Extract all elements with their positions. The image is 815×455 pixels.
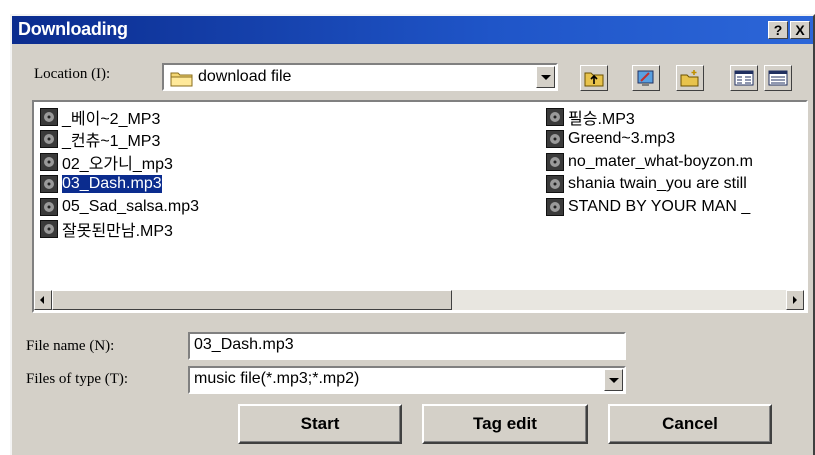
download-dialog: Downloading ? X Location (I): download f… [10, 14, 815, 455]
file-item-label: 잘못된만남.MP3 [62, 223, 173, 240]
file-item-label: 필승.MP3 [568, 110, 635, 128]
desktop-button[interactable] [632, 65, 660, 91]
file-type-combo[interactable]: music file(*.mp3;*.mp2) [188, 366, 626, 394]
file-name-label: File name (N): [26, 338, 115, 354]
location-label: Location (I): [34, 66, 111, 82]
music-file-icon [546, 197, 564, 216]
start-button[interactable]: Start [238, 404, 402, 444]
file-type-label: Files of type (T): [26, 371, 129, 387]
file-item[interactable]: no_mater_what-boyzon.m [546, 151, 753, 172]
scroll-left-button[interactable] [34, 290, 52, 310]
file-item-label: _베이~2_MP3 [62, 110, 161, 128]
details-view-button[interactable] [764, 65, 792, 91]
music-file-icon [40, 130, 58, 148]
music-file-icon [40, 107, 58, 126]
file-item-label: shania twain_you are still [568, 175, 747, 192]
dialog-title: Downloading [18, 19, 128, 39]
desktop-icon [637, 70, 654, 86]
file-item-label: 05_Sad_salsa.mp3 [62, 197, 199, 215]
help-button[interactable]: ? [768, 21, 788, 39]
location-dropdown-arrow[interactable] [536, 66, 555, 88]
up-folder-icon [584, 72, 604, 87]
music-file-icon [546, 107, 564, 126]
file-item[interactable]: 필승.MP3 [546, 106, 635, 128]
file-item-label: STAND BY YOUR MAN _ [568, 197, 751, 215]
file-item-label: Greend~3.mp3 [568, 130, 676, 147]
file-item-label: _컨츄~1_MP3 [62, 133, 161, 150]
file-item[interactable]: 잘못된만남.MP3 [40, 219, 173, 240]
scroll-thumb[interactable] [52, 290, 452, 310]
scroll-right-button[interactable] [786, 290, 804, 310]
file-item[interactable]: Greend~3.mp3 [546, 129, 675, 150]
music-file-icon [546, 130, 564, 148]
file-list[interactable]: _베이~2_MP3 _컨츄~1_MP3 02_오가니_mp3 03_Dash.mp3 0… [32, 100, 808, 313]
tag-edit-button[interactable]: Tag edit [422, 404, 588, 444]
list-view-button[interactable] [730, 65, 758, 91]
music-file-icon [40, 220, 58, 238]
title-bar[interactable]: Downloading ? X [12, 16, 813, 44]
file-item[interactable]: 03_Dash.mp3 [40, 174, 163, 195]
horizontal-scrollbar[interactable] [34, 290, 804, 310]
file-item[interactable]: 05_Sad_salsa.mp3 [40, 196, 199, 217]
file-item[interactable]: shania twain_you are still [546, 174, 747, 195]
file-type-dropdown-arrow[interactable] [604, 369, 623, 391]
music-file-icon [546, 175, 564, 193]
new-folder-icon [680, 70, 699, 87]
file-item[interactable]: _베이~2_MP3 [40, 106, 161, 128]
cancel-button[interactable]: Cancel [608, 404, 772, 444]
details-view-icon [768, 70, 788, 86]
location-value: download file [198, 68, 292, 85]
file-item[interactable]: 02_오가니_mp3 [40, 151, 173, 173]
file-name-input[interactable]: 03_Dash.mp3 [188, 332, 626, 360]
file-name-value: 03_Dash.mp3 [194, 336, 294, 353]
file-type-value: music file(*.mp3;*.mp2) [194, 370, 360, 387]
arrow-left-icon [40, 296, 44, 304]
arrow-right-icon [793, 296, 797, 304]
file-item-label: 03_Dash.mp3 [61, 174, 163, 194]
new-folder-button[interactable] [676, 65, 704, 91]
file-item-label: 02_오가니_mp3 [62, 155, 173, 173]
file-item[interactable]: STAND BY YOUR MAN _ [546, 196, 750, 217]
up-folder-button[interactable] [580, 65, 608, 91]
close-button[interactable]: X [790, 21, 810, 39]
file-item-label: no_mater_what-boyzon.m [568, 152, 753, 170]
music-file-icon [40, 175, 58, 193]
list-view-icon [734, 70, 754, 86]
file-item[interactable]: _컨츄~1_MP3 [40, 129, 160, 150]
music-file-icon [40, 197, 58, 216]
music-file-icon [40, 152, 58, 171]
folder-icon [170, 69, 194, 92]
location-combo[interactable]: download file [162, 63, 558, 91]
music-file-icon [546, 152, 564, 171]
